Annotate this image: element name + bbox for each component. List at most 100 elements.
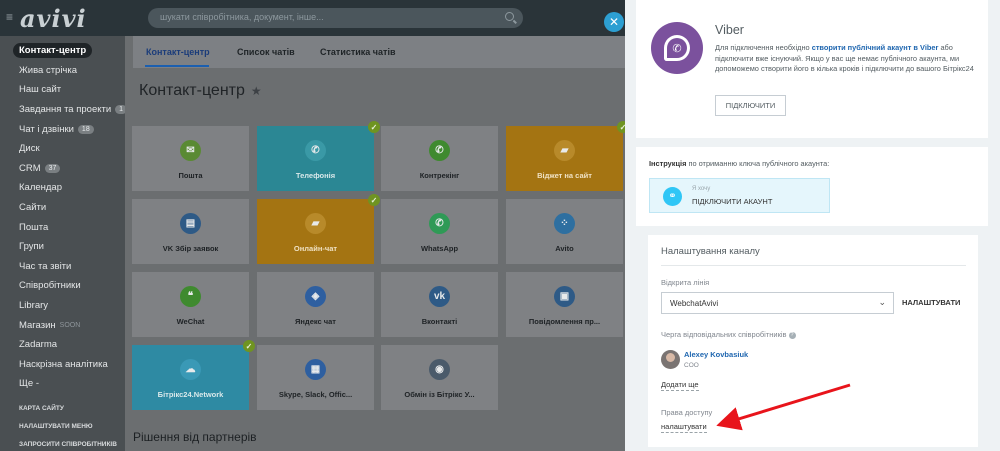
connector-tile[interactable]: ✉ Пошта (132, 126, 249, 191)
partners-title: Рішення від партнерів (133, 430, 257, 444)
connector-tile[interactable]: ✆ WhatsApp (381, 199, 498, 264)
sidebar-item-label: Пошта (19, 221, 49, 233)
tile-label: Бітрікс24.Network (157, 390, 224, 399)
tile-label: VK Збір заявок (162, 244, 219, 253)
sidebar-item[interactable]: Сайти (0, 198, 125, 218)
sidebar-item[interactable]: Наскрізна аналітика (0, 355, 125, 375)
add-more-link[interactable]: Додати ще (661, 380, 699, 391)
viber-logo-icon: ✆ (651, 22, 703, 74)
connector-tile[interactable]: vk Вконтакті (381, 272, 498, 337)
sidebar-item-label: Жива стрічка (19, 64, 78, 76)
sidebar-item-label: Наскрізна аналітика (19, 358, 108, 370)
sidebar-item[interactable]: Наш сайт (0, 80, 125, 100)
connector-tile[interactable]: ▰ Онлайн-чат ✓ (257, 194, 380, 264)
sidebar-item[interactable]: Zadarma (0, 335, 125, 355)
sidebar-item-label: Магазин (19, 319, 56, 331)
sidebar-item[interactable]: Магазин SOON (0, 315, 125, 335)
tab-chat-stats[interactable]: Статистика чатів (320, 47, 395, 57)
check-icon: ✓ (368, 194, 380, 206)
sidebar-item[interactable]: Календар (0, 178, 125, 198)
sidebar-item-label: Диск (19, 143, 40, 155)
help-icon[interactable]: ? (788, 331, 796, 339)
queue-label: Черга відповідальних співробітників? (661, 330, 796, 339)
wechat-icon: ❝ (180, 286, 201, 307)
page-title-text: Контакт-центр (139, 82, 245, 99)
open-line-value: WebchatAvivi (670, 299, 719, 308)
tab-chat-list[interactable]: Список чатів (237, 47, 295, 57)
sidebar-item-label: Library (19, 300, 49, 312)
sidebar-item[interactable]: Час та звіти (0, 257, 125, 277)
sidebar-item-label: Zadarma (19, 339, 58, 351)
queue-label-text: Черга відповідальних співробітників (661, 330, 787, 339)
tile-label: WhatsApp (420, 244, 459, 253)
close-icon[interactable]: ✕ (604, 12, 624, 32)
tile-label: WeChat (176, 317, 205, 326)
sidebar-item[interactable]: Контакт-центр (0, 41, 125, 61)
check-icon: ✓ (243, 340, 255, 352)
connector-tile[interactable]: ▤ VK Збір заявок (132, 199, 249, 264)
sidebar-footer-link[interactable]: НАЛАШТУВАТИ МЕНЮ (0, 418, 125, 436)
sidebar-item[interactable]: Ще - (0, 374, 125, 394)
instruction-bold: Інструкція (649, 159, 687, 168)
sidebar-item[interactable]: Library (0, 296, 125, 316)
open-line-select[interactable]: WebchatAvivi ⌄ (661, 292, 894, 314)
sidebar-item[interactable]: Жива стрічка (0, 61, 125, 81)
logo[interactable]: avivi (20, 4, 87, 33)
tile-label: Яндекс чат (295, 317, 336, 326)
viber-title: Viber (715, 23, 744, 37)
star-icon[interactable]: ★ (251, 84, 262, 98)
connector-tile[interactable]: ▰ Віджет на сайт ✓ (506, 121, 629, 191)
tile-label: Обмін із Бітрікс У... (404, 390, 475, 399)
search-input[interactable]: шукати співробітника, документ, інше... (148, 8, 523, 28)
avatar (661, 350, 680, 369)
sidebar-item-label: Календар (19, 182, 63, 194)
search-icon[interactable] (505, 12, 514, 21)
sidebar-footer-link[interactable]: КАРТА САЙТУ (0, 400, 125, 418)
sidebar-item[interactable]: Групи (0, 237, 125, 257)
instruction-card: Інструкція по отриманню ключа публічного… (636, 147, 988, 226)
connector-tile[interactable]: ⁘ Avito (506, 199, 623, 264)
tile-label: Пошта (178, 171, 203, 180)
yandex-chat-icon: ◈ (305, 286, 326, 307)
active-tab-underline (145, 65, 209, 67)
sidebar-item[interactable]: Пошта (0, 217, 125, 237)
sidebar-item[interactable]: CRM 37 (0, 159, 125, 179)
connector-tile[interactable]: ◈ Яндекс чат (257, 272, 374, 337)
connector-tile[interactable]: ▣ Повідомлення пр... (506, 272, 623, 337)
sidebar-item[interactable]: Диск (0, 139, 125, 159)
sidebar-item-label: Ще - (19, 378, 39, 390)
tile-label: Skype, Slack, Offic... (278, 390, 353, 399)
connector-tile[interactable]: ✆ Контрекінг (381, 126, 498, 191)
sidebar-item[interactable]: Чат і дзвінки 18 (0, 119, 125, 139)
channel-settings-card: Налаштування каналу Відкрита лінія Webch… (648, 235, 978, 447)
soon-badge: SOON (59, 321, 81, 329)
divider (661, 265, 966, 266)
sidebar-item-label: Контакт-центр (13, 43, 93, 59)
setup-open-line-button[interactable]: НАЛАШТУВАТИ (902, 298, 960, 307)
sidebar-item[interactable]: Завдання та проекти 1 (0, 100, 128, 120)
hamburger-menu-icon[interactable]: ≡ (6, 10, 13, 24)
left-menu: Контакт-центр Жива стрічка Наш сайт Завданн… (0, 36, 128, 451)
phone-tracking-icon: ✆ (429, 140, 450, 161)
access-setup-link[interactable]: налаштувати (661, 422, 707, 433)
connector-tile[interactable]: ▦ Skype, Slack, Offic... (257, 345, 374, 410)
whatsapp-icon: ✆ (429, 213, 450, 234)
mail-icon: ✉ (180, 140, 201, 161)
sidebar-item-label: CRM (19, 162, 41, 174)
sidebar-item[interactable]: Співробітники (0, 276, 125, 296)
sidebar-item-label: Завдання та проекти (19, 104, 112, 116)
connector-tile[interactable]: ◉ Обмін із Бітрікс У... (381, 345, 498, 410)
connector-tile[interactable]: ✆ Телефонія ✓ (257, 121, 380, 191)
create-public-account-link[interactable]: створити публічний акаунт в Viber (812, 43, 939, 52)
connect-account-link[interactable]: ⚭ Я хочу ПІДКЛЮЧИТИ АКАУНТ (649, 178, 830, 213)
tile-label: Вконтакті (421, 317, 458, 326)
main-content: Контакт-центр Список чатів Статистика ча… (125, 36, 629, 451)
user-name-link[interactable]: Alexey Kovbasiuk (684, 350, 748, 359)
connector-tile[interactable]: ❝ WeChat (132, 272, 249, 337)
counter-badge: 18 (77, 124, 94, 134)
connector-tile[interactable]: ☁ Бітрікс24.Network ✓ (132, 340, 255, 410)
sidebar-footer-link[interactable]: ЗАПРОСИТИ СПІВРОБІТНИКІВ (0, 436, 125, 451)
page-title: Контакт-центр ★ (139, 82, 262, 100)
connect-button[interactable]: ПІДКЛЮЧИТИ (715, 95, 786, 116)
tab-contact-center[interactable]: Контакт-центр (146, 47, 210, 57)
